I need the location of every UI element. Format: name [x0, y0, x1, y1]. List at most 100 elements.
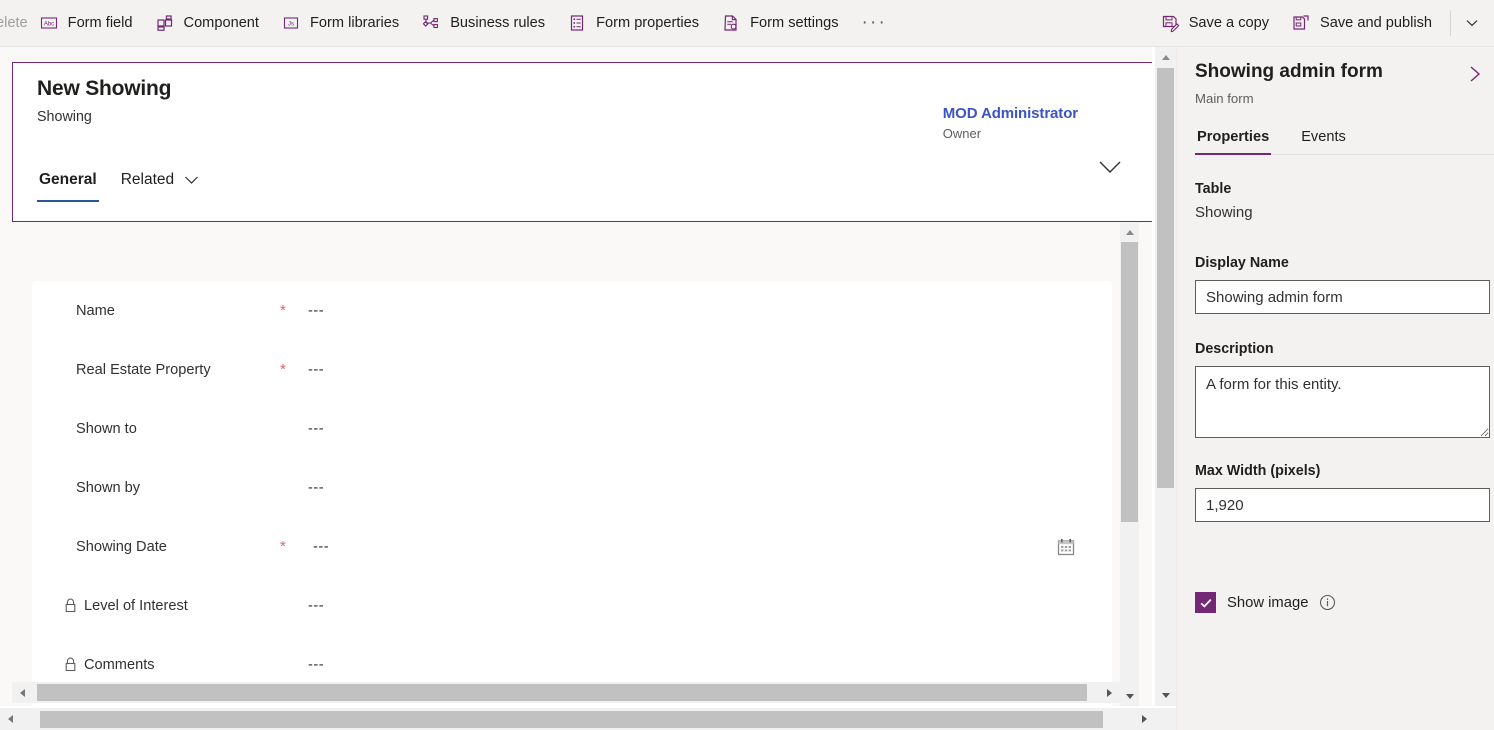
field-label-text: Comments — [84, 657, 155, 673]
save-copy-icon — [1160, 13, 1180, 33]
scroll-right-arrow-icon[interactable] — [1134, 708, 1155, 729]
panel-subtitle: Main form — [1195, 91, 1254, 106]
form-properties-button[interactable]: Form properties — [556, 4, 710, 42]
form-field-label: Form field — [68, 15, 133, 31]
chevron-right-icon[interactable] — [1460, 59, 1490, 89]
scrollbar-thumb[interactable] — [1121, 242, 1138, 522]
form-libraries-button[interactable]: Js Form libraries — [270, 4, 410, 42]
scrollbar-thumb[interactable] — [37, 684, 1087, 701]
owner-name-link[interactable]: MOD Administrator — [943, 105, 1078, 122]
command-bar-right-group: Save a copy Save and publish — [1149, 0, 1494, 47]
overflow-menu-button[interactable]: ··· — [850, 4, 900, 42]
save-a-copy-button[interactable]: Save a copy — [1149, 4, 1280, 42]
scrollbar-thumb[interactable] — [40, 711, 1103, 728]
scroll-up-arrow-icon[interactable] — [1155, 47, 1176, 68]
field-label-text: Shown to — [76, 421, 137, 437]
field-value[interactable]: --- — [308, 421, 324, 437]
scroll-up-arrow-icon[interactable] — [1121, 224, 1138, 241]
page-vertical-scrollbar[interactable] — [1155, 47, 1176, 706]
show-image-row: Show image — [1195, 592, 1336, 613]
business-rules-button[interactable]: Business rules — [410, 4, 556, 42]
field-label: Shown to — [76, 421, 137, 437]
field-row[interactable]: Name*--- — [32, 281, 1112, 340]
form-settings-label: Form settings — [750, 15, 838, 31]
delete-button-truncated[interactable]: elete — [0, 4, 28, 42]
field-row[interactable]: Showing Date * --- — [32, 517, 1112, 576]
form-properties-icon — [567, 13, 587, 33]
field-value[interactable]: --- — [308, 657, 324, 673]
tab-properties-label: Properties — [1197, 129, 1269, 145]
scrollbar-corner — [1155, 708, 1176, 730]
scroll-down-arrow-icon[interactable] — [1121, 688, 1138, 705]
show-image-checkbox[interactable] — [1195, 592, 1216, 613]
owner-field[interactable]: MOD Administrator Owner — [943, 105, 1078, 141]
lock-icon — [64, 598, 77, 613]
tab-general[interactable]: General — [37, 167, 99, 202]
scroll-left-arrow-icon[interactable] — [0, 708, 21, 729]
svg-text:Abc: Abc — [43, 21, 53, 27]
save-publish-icon — [1291, 13, 1311, 33]
tab-events[interactable]: Events — [1299, 125, 1348, 154]
field-label: Showing Date — [76, 539, 167, 555]
field-label-text: Real Estate Property — [76, 362, 211, 378]
delete-button-label: elete — [0, 15, 28, 31]
scroll-down-arrow-icon[interactable] — [1155, 685, 1176, 706]
field-value[interactable]: --- — [313, 539, 329, 555]
save-and-publish-label: Save and publish — [1320, 15, 1432, 31]
field-label: Level of Interest — [64, 598, 188, 614]
form-properties-label: Form properties — [596, 15, 699, 31]
field-row[interactable]: Shown by --- — [32, 458, 1112, 517]
save-and-publish-button[interactable]: Save and publish — [1280, 4, 1443, 42]
save-a-copy-label: Save a copy — [1189, 15, 1269, 31]
info-circle-icon[interactable] — [1319, 594, 1336, 611]
component-button[interactable]: Component — [144, 4, 270, 42]
field-row[interactable]: Real Estate Property*--- — [32, 340, 1112, 399]
form-designer-area: New Showing Showing MOD Administrator Ow… — [0, 47, 1152, 706]
abc-text-field-icon: Abc — [39, 13, 59, 33]
field-value[interactable]: --- — [308, 598, 324, 614]
panel-title: Showing admin form — [1195, 61, 1383, 83]
required-indicator: * — [280, 539, 286, 554]
form-field-button[interactable]: Abc Form field — [28, 4, 144, 42]
field-value[interactable]: --- — [308, 480, 324, 496]
business-rules-icon — [421, 13, 441, 33]
form-settings-button[interactable]: Form settings — [710, 4, 849, 42]
record-entity-name: Showing — [37, 109, 92, 125]
scroll-right-arrow-icon[interactable] — [1099, 682, 1120, 703]
form-preview-horizontal-scrollbar[interactable] — [12, 682, 1120, 703]
field-row[interactable]: Level of Interest --- — [32, 576, 1112, 635]
max-width-input[interactable] — [1195, 488, 1490, 522]
record-title: New Showing — [37, 77, 171, 101]
scroll-left-arrow-icon[interactable] — [12, 682, 33, 703]
page-horizontal-scrollbar[interactable] — [0, 708, 1155, 730]
tab-related-label: Related — [121, 171, 174, 188]
tab-related[interactable]: Related — [119, 167, 202, 202]
owner-role-label: Owner — [943, 126, 1078, 141]
field-label-text: Shown by — [76, 480, 140, 496]
calendar-icon[interactable] — [1056, 537, 1076, 557]
form-fields-card: Name*---Real Estate Property*---Shown to… — [32, 281, 1112, 706]
max-width-label: Max Width (pixels) — [1195, 463, 1320, 479]
owner-chevron-down-icon[interactable] — [1096, 153, 1124, 181]
form-settings-icon — [721, 13, 741, 33]
table-field-label: Table — [1195, 181, 1231, 197]
command-bar: elete Abc Form field Component Js — [0, 0, 1494, 47]
description-label: Description — [1195, 341, 1274, 357]
form-header-card[interactable]: New Showing Showing MOD Administrator Ow… — [12, 62, 1152, 222]
tab-general-label: General — [39, 171, 97, 188]
tab-properties[interactable]: Properties — [1195, 125, 1271, 154]
save-options-chevron-down-icon[interactable] — [1458, 4, 1486, 42]
scrollbar-thumb[interactable] — [1157, 68, 1174, 488]
form-preview-vertical-scrollbar[interactable] — [1120, 223, 1139, 706]
field-row[interactable]: Shown to --- — [32, 399, 1112, 458]
js-script-icon: Js — [281, 13, 301, 33]
properties-panel: Showing admin form Main form Properties … — [1176, 47, 1494, 730]
field-value[interactable]: --- — [308, 362, 324, 378]
chevron-down-icon — [184, 175, 199, 185]
field-label: Shown by — [76, 480, 140, 496]
component-label: Component — [184, 15, 259, 31]
table-field-value: Showing — [1195, 204, 1253, 221]
description-textarea[interactable] — [1195, 366, 1490, 438]
display-name-input[interactable] — [1195, 280, 1490, 314]
field-value[interactable]: --- — [308, 303, 324, 319]
